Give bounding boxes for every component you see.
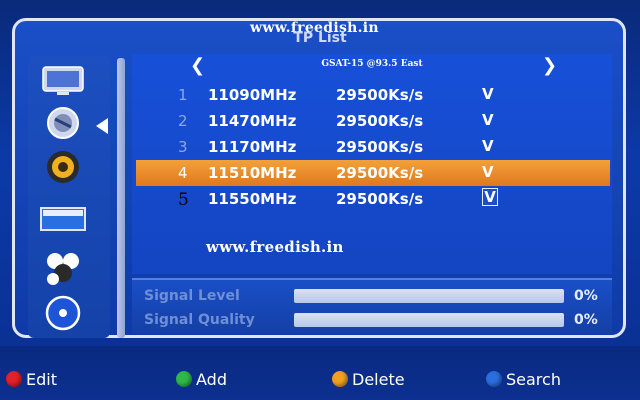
tp-symbol-rate: 29500Ks/s: [336, 112, 424, 130]
delete-label: Delete: [352, 369, 405, 389]
green-button-icon: [176, 371, 192, 387]
tv-icon[interactable]: [38, 64, 88, 98]
tp-frequency: 11470MHz: [208, 112, 297, 130]
tp-row-5[interactable]: 5 11550MHz 29500Ks/s V: [136, 186, 610, 212]
watermark-mid: www.freedish.in: [206, 238, 344, 256]
settings-gear-icon[interactable]: [38, 150, 88, 184]
tp-symbol-rate: 29500Ks/s: [336, 190, 424, 208]
disc-icon[interactable]: [38, 295, 88, 331]
tp-index: 2: [178, 112, 188, 130]
tp-row-1[interactable]: 1 11090MHz 29500Ks/s V: [136, 82, 610, 108]
sidebar: [28, 56, 110, 338]
tp-index: 3: [178, 138, 188, 156]
tp-frequency: 11550MHz: [208, 190, 297, 208]
tp-frequency: 11510MHz: [208, 164, 297, 182]
tp-row-2[interactable]: 2 11470MHz 29500Ks/s V: [136, 108, 610, 134]
tp-check-mark[interactable]: V: [482, 85, 494, 103]
signal-level-value: 0%: [574, 288, 598, 304]
sidebar-divider: [117, 58, 125, 338]
tp-index: 1: [178, 86, 188, 104]
tp-frequency: 11170MHz: [208, 138, 297, 156]
tp-check-mark[interactable]: V: [482, 188, 498, 206]
page-title: TP List: [293, 30, 347, 46]
signal-level-bar: [294, 289, 564, 303]
signal-level-label: Signal Level: [144, 288, 240, 304]
tp-symbol-rate: 29500Ks/s: [336, 86, 424, 104]
satellite-name: GSAT-15 @93.5 East: [321, 59, 423, 69]
tp-row-3[interactable]: 3 11170MHz 29500Ks/s V: [136, 134, 610, 160]
active-item-arrow-icon: [96, 118, 108, 134]
media-box-icon[interactable]: [38, 202, 88, 236]
signal-quality-row: Signal Quality 0%: [144, 310, 610, 330]
add-label: Add: [196, 369, 227, 389]
blue-button-icon: [486, 371, 502, 387]
delete-button[interactable]: Delete: [332, 368, 405, 390]
satellite-selector[interactable]: ❮ GSAT-15 @93.5 East ❯: [132, 56, 612, 76]
edit-label: Edit: [26, 369, 57, 389]
tp-symbol-rate: 29500Ks/s: [336, 164, 424, 182]
tp-frequency: 11090MHz: [208, 86, 297, 104]
satellite-dish-icon[interactable]: [38, 106, 88, 140]
tp-symbol-rate: 29500Ks/s: [336, 138, 424, 156]
signal-quality-bar: [294, 313, 564, 327]
tp-check-mark[interactable]: V: [482, 137, 494, 155]
signal-quality-label: Signal Quality: [144, 312, 255, 328]
tp-check-mark[interactable]: V: [482, 111, 494, 129]
tp-index: 5: [178, 190, 189, 210]
transponder-list: 1 11090MHz 29500Ks/s V 2 11470MHz 29500K…: [136, 82, 612, 212]
signal-box: Signal Level 0% Signal Quality 0%: [132, 278, 612, 334]
tp-check-mark[interactable]: V: [482, 163, 494, 181]
yellow-button-icon: [332, 371, 348, 387]
tp-index: 4: [178, 164, 188, 182]
add-button[interactable]: Add: [176, 368, 227, 390]
edit-button[interactable]: Edit: [6, 368, 57, 390]
chevron-right-icon[interactable]: ❯: [542, 56, 557, 76]
tp-list-screen: www.freedish.in TP List ❮ GSAT-15 @93.5 …: [0, 0, 640, 400]
red-button-icon: [6, 371, 22, 387]
search-label: Search: [506, 369, 561, 389]
signal-level-row: Signal Level 0%: [144, 286, 610, 306]
tp-row-4-selected[interactable]: 4 11510MHz 29500Ks/s V: [136, 160, 610, 186]
games-icon[interactable]: [38, 252, 88, 286]
signal-quality-value: 0%: [574, 312, 598, 328]
search-button[interactable]: Search: [486, 368, 561, 390]
